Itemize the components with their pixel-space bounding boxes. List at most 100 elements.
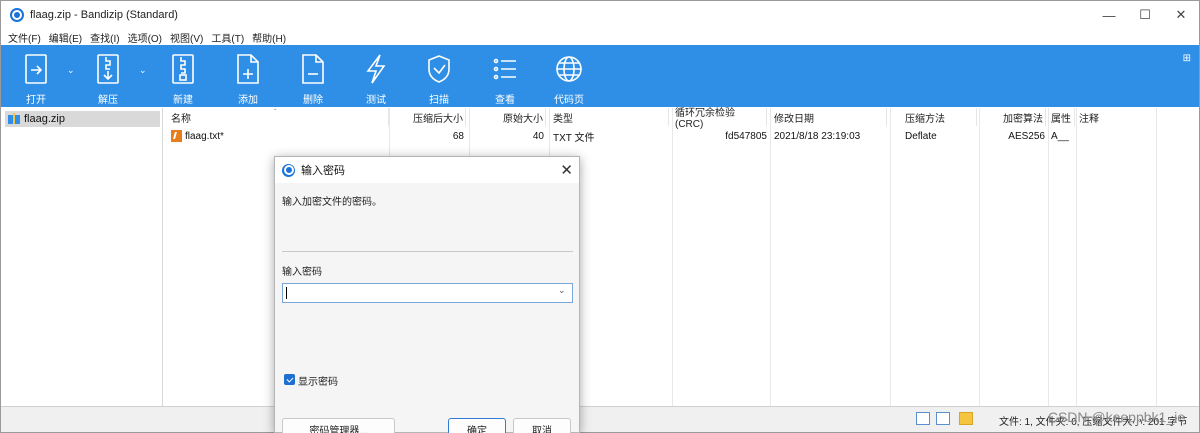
menu-file[interactable]: 文件(F) — [8, 30, 41, 45]
maximize-button[interactable]: ☐ — [1127, 1, 1163, 29]
codepage-icon — [556, 56, 582, 82]
password-manager-button[interactable]: 密码管理器... — [282, 418, 395, 433]
toolbar-scan-button[interactable]: 扫描 — [422, 45, 456, 107]
bandizip-logo-icon — [10, 8, 24, 22]
column-header-comment[interactable]: 注释 — [1079, 108, 1155, 126]
menu-help[interactable]: 帮助(H) — [252, 30, 286, 45]
dialog-description: 输入加密文件的密码。 — [282, 197, 382, 208]
column-header-original[interactable]: 原始大小 — [472, 108, 546, 126]
dialog-divider — [282, 251, 573, 252]
details-view-icon[interactable] — [916, 412, 930, 425]
password-input[interactable] — [282, 283, 573, 303]
toolbar-view-label: 查看 — [495, 95, 515, 106]
tree-item-archive[interactable]: flaag.zip — [5, 111, 160, 127]
cancel-button[interactable]: 取消 — [513, 418, 571, 433]
column-divider — [770, 108, 771, 406]
layout-toggle-icon[interactable]: ⊞ — [1183, 53, 1191, 64]
ok-button[interactable]: 确定 — [448, 418, 506, 433]
toolbar-new-button[interactable]: 新建 — [166, 45, 200, 107]
row-original-size: 40 — [532, 130, 544, 142]
column-header-modified[interactable]: 修改日期 — [774, 108, 887, 126]
toolbar-view-button[interactable]: 查看 — [488, 45, 522, 107]
column-header-name[interactable]: 名称 — [171, 108, 389, 126]
scan-icon — [428, 55, 450, 83]
menu-bar: 文件(F) 编辑(E) 查找(I) 选项(O) 视图(V) 工具(T) 帮助(H… — [1, 29, 1199, 45]
column-header-attr[interactable]: 属性 — [1051, 108, 1075, 126]
menu-options[interactable]: 选项(O) — [128, 30, 162, 45]
delete-icon — [302, 54, 324, 84]
column-divider — [1076, 108, 1077, 406]
password-history-dropdown-icon[interactable]: ⌄ — [558, 285, 566, 296]
open-dropdown-arrow[interactable]: ⌄ — [67, 65, 75, 76]
toolbar-codepage-button[interactable]: 代码页 — [552, 45, 586, 107]
column-divider — [979, 108, 980, 406]
column-header-type[interactable]: 类型 — [553, 108, 669, 126]
row-compressed-size: 68 — [452, 130, 464, 142]
minimize-button[interactable]: — — [1091, 1, 1127, 29]
bandizip-logo-icon — [282, 163, 295, 177]
list-view-icon[interactable] — [936, 412, 950, 425]
table-row[interactable]: flaag.txt* — [171, 128, 389, 144]
toolbar-codepage-label: 代码页 — [554, 95, 584, 106]
row-file-name: flaag.txt* — [185, 130, 224, 142]
status-bar: 文件: 1, 文件夹: 0, 压缩文件大小: 201 字节 CSDN @keep… — [1, 406, 1199, 432]
dialog-close-button[interactable]: ✕ — [560, 161, 573, 179]
toolbar-add-label: 添加 — [238, 95, 258, 106]
toolbar-open-label: 打开 — [26, 95, 46, 106]
folder-tree: flaag.zip — [1, 108, 163, 406]
menu-view[interactable]: 视图(V) — [170, 30, 203, 45]
new-archive-icon — [172, 54, 194, 84]
password-field-label: 输入密码 — [282, 267, 322, 278]
toolbar: 打开 ⌄ 解压 ⌄ 新建 添加 删除 测试 扫描 查看 代码页 ⊞ — [1, 45, 1199, 107]
row-modified: 2021/8/18 23:19:03 — [774, 130, 861, 142]
column-header-compressed[interactable]: 压缩后大小 — [392, 108, 466, 126]
text-file-icon — [171, 130, 182, 142]
row-method: Deflate — [905, 130, 937, 142]
extract-icon — [97, 54, 119, 84]
row-comment — [1079, 128, 1155, 144]
column-divider — [1156, 108, 1157, 406]
toolbar-open-button[interactable]: 打开 — [19, 45, 53, 107]
sort-indicator-icon: ˇ — [274, 108, 277, 117]
toolbar-test-button[interactable]: 测试 — [359, 45, 393, 107]
column-divider — [890, 108, 891, 406]
dialog-title-bar: 输入密码 ✕ — [275, 157, 579, 183]
row-type: TXT 文件 — [553, 132, 595, 144]
password-dialog: 输入密码 ✕ 输入加密文件的密码。 输入密码 ⌄ 显示密码 密码管理器... 确… — [274, 156, 580, 433]
column-divider — [672, 108, 673, 406]
toolbar-new-label: 新建 — [173, 95, 193, 106]
archive-info-icon[interactable] — [959, 412, 973, 425]
row-crc: fd547805 — [725, 130, 767, 142]
add-icon — [237, 54, 259, 84]
open-icon — [25, 54, 47, 84]
menu-edit[interactable]: 编辑(E) — [49, 30, 82, 45]
dialog-title: 输入密码 — [301, 165, 345, 177]
zip-icon — [8, 113, 20, 124]
toolbar-delete-button[interactable]: 删除 — [296, 45, 330, 107]
toolbar-add-button[interactable]: 添加 — [231, 45, 265, 107]
text-caret — [286, 287, 287, 299]
bandizip-window: flaag.zip - Bandizip (Standard) — ☐ ✕ 文件… — [0, 0, 1200, 433]
view-icon — [493, 58, 516, 80]
menu-tools[interactable]: 工具(T) — [211, 30, 244, 45]
column-header-encryption[interactable]: 加密算法 — [982, 108, 1046, 126]
column-divider — [1048, 108, 1049, 406]
watermark: CSDN @keeppbk1_ie — [1047, 409, 1185, 425]
menu-find[interactable]: 查找(I) — [90, 30, 119, 45]
toolbar-extract-button[interactable]: 解压 — [91, 45, 125, 107]
show-password-label[interactable]: 显示密码 — [298, 373, 338, 388]
column-header-crc[interactable]: 循环冗余检验 (CRC) — [675, 108, 767, 130]
row-attr: A__ — [1051, 130, 1069, 142]
window-controls: — ☐ ✕ — [1091, 1, 1199, 29]
toolbar-extract-label: 解压 — [98, 95, 118, 106]
show-password-checkbox[interactable] — [284, 374, 295, 385]
tree-item-label: flaag.zip — [24, 113, 65, 125]
window-title: flaag.zip - Bandizip (Standard) — [30, 9, 178, 21]
toolbar-test-label: 测试 — [366, 95, 386, 106]
extract-dropdown-arrow[interactable]: ⌄ — [139, 65, 147, 76]
close-button[interactable]: ✕ — [1163, 1, 1199, 29]
toolbar-delete-label: 删除 — [303, 95, 323, 106]
row-encryption: AES256 — [1008, 130, 1045, 142]
column-header-method[interactable]: 压缩方法 — [905, 108, 977, 126]
title-bar: flaag.zip - Bandizip (Standard) — ☐ ✕ — [1, 1, 1199, 29]
